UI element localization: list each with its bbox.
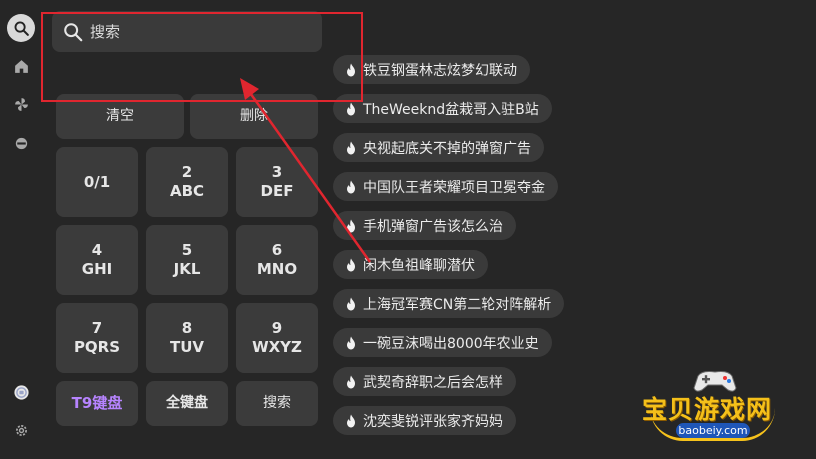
key-3[interactable]: 3 DEF (236, 147, 318, 217)
flame-icon (347, 219, 355, 232)
clear-button[interactable]: 清空 (56, 94, 184, 139)
key-7[interactable]: 7 PQRS (56, 303, 138, 373)
flame-icon (347, 180, 355, 193)
key-8[interactable]: 8 TUV (146, 303, 228, 373)
key-number: 9 (271, 319, 283, 337)
search-submit-label: 搜索 (263, 395, 291, 411)
hot-search-item[interactable]: 手机弹窗广告该怎么治 (333, 211, 516, 240)
search-icon (64, 22, 83, 41)
settings-button[interactable] (7, 416, 35, 444)
key-number: 6 (271, 241, 283, 259)
flame-icon (347, 102, 355, 115)
watermark-title: 宝贝游戏网 (642, 395, 773, 424)
sidebar-home-button[interactable] (7, 52, 35, 80)
key-number: 5 (181, 241, 193, 259)
hot-search-text: 铁豆钢蛋林志炫梦幻联动 (363, 62, 517, 79)
key-letters: DEF (260, 182, 294, 200)
hot-search-text: 闲木鱼祖峰聊潜伏 (363, 257, 475, 274)
hot-search-text: 央视起底关不掉的弹窗广告 (363, 140, 531, 157)
avatar-icon (13, 384, 29, 400)
search-submit-button[interactable]: 搜索 (236, 381, 318, 426)
hot-search-item[interactable]: 上海冠军赛CN第二轮对阵解析 (333, 289, 565, 318)
flame-icon (347, 258, 355, 271)
home-icon (14, 59, 28, 73)
key-letters: ABC (169, 182, 205, 200)
delete-button-label: 删除 (240, 108, 268, 124)
flame-icon (347, 375, 355, 388)
sidebar-subscription-button[interactable] (7, 129, 35, 157)
hot-search-item[interactable]: 铁豆钢蛋林志炫梦幻联动 (333, 55, 530, 84)
flame-icon (347, 141, 355, 154)
key-letters: 0/1 (83, 172, 111, 191)
hot-search-item[interactable]: 武契奇辞职之后会怎样 (333, 367, 516, 396)
key-5[interactable]: 5 JKL (146, 225, 228, 295)
key-2[interactable]: 2 ABC (146, 147, 228, 217)
search-placeholder: 搜索 (90, 23, 121, 41)
delete-button[interactable]: 删除 (190, 94, 318, 139)
watermark-logo: 宝贝游戏网 baobeiy.com (640, 368, 790, 442)
full-keyboard-label: 全键盘 (166, 395, 208, 411)
key-letters: PQRS (73, 338, 121, 356)
key-letters: MNO (256, 260, 298, 278)
hot-search-item[interactable]: 沈奕斐锐评张家齐妈妈 (333, 406, 516, 435)
gear-icon (15, 424, 27, 436)
hot-search-item[interactable]: TheWeeknd盆栽哥入驻B站 (333, 94, 552, 123)
hot-search-text: 一碗豆沫喝出8000年农业史 (363, 335, 539, 352)
hot-search-item[interactable]: 央视起底关不掉的弹窗广告 (333, 133, 544, 162)
hot-search-item[interactable]: 闲木鱼祖峰聊潜伏 (333, 250, 488, 279)
hot-search-item[interactable]: 一碗豆沫喝出8000年农业史 (333, 328, 552, 357)
key-number: 2 (181, 163, 193, 181)
flame-icon (347, 336, 355, 349)
clear-button-label: 清空 (106, 108, 134, 124)
full-keyboard-button[interactable]: 全键盘 (146, 381, 228, 426)
flame-icon (347, 414, 355, 427)
pinwheel-icon (14, 97, 28, 111)
key-letters: TUV (169, 338, 205, 356)
hot-search-text: 中国队王者荣耀项目卫冕夺金 (363, 179, 545, 196)
key-6[interactable]: 6 MNO (236, 225, 318, 295)
sidebar (0, 0, 42, 459)
subscription-icon (15, 137, 27, 149)
key-4[interactable]: 4 GHI (56, 225, 138, 295)
flame-icon (347, 63, 355, 76)
key-number: 7 (91, 319, 103, 337)
watermark-url: baobeiy.com (676, 423, 750, 438)
user-avatar-button[interactable] (7, 378, 35, 406)
flame-icon (347, 297, 355, 310)
sidebar-pinwheel-button[interactable] (7, 90, 35, 118)
key-number: 8 (181, 319, 193, 337)
key-number: 3 (271, 163, 283, 181)
key-number: 4 (91, 241, 103, 259)
t9-keyboard-button[interactable]: T9键盘 (56, 381, 138, 426)
hot-search-text: 武契奇辞职之后会怎样 (363, 374, 503, 391)
sidebar-search-button[interactable] (7, 14, 35, 42)
key-letters: WXYZ (252, 338, 302, 356)
hot-search-text: 手机弹窗广告该怎么治 (363, 218, 503, 235)
key-0-1[interactable]: 0/1 (56, 147, 138, 217)
hot-search-text: 上海冠军赛CN第二轮对阵解析 (363, 296, 552, 313)
key-letters: JKL (173, 260, 201, 278)
key-letters: GHI (81, 260, 113, 278)
search-icon (14, 21, 29, 36)
search-input[interactable]: 搜索 (52, 11, 322, 52)
hot-search-text: TheWeeknd盆栽哥入驻B站 (363, 101, 539, 118)
hot-search-text: 沈奕斐锐评张家齐妈妈 (363, 413, 503, 430)
hot-search-item[interactable]: 中国队王者荣耀项目卫冕夺金 (333, 172, 558, 201)
t9-keyboard-label: T9键盘 (71, 394, 123, 412)
key-9[interactable]: 9 WXYZ (236, 303, 318, 373)
